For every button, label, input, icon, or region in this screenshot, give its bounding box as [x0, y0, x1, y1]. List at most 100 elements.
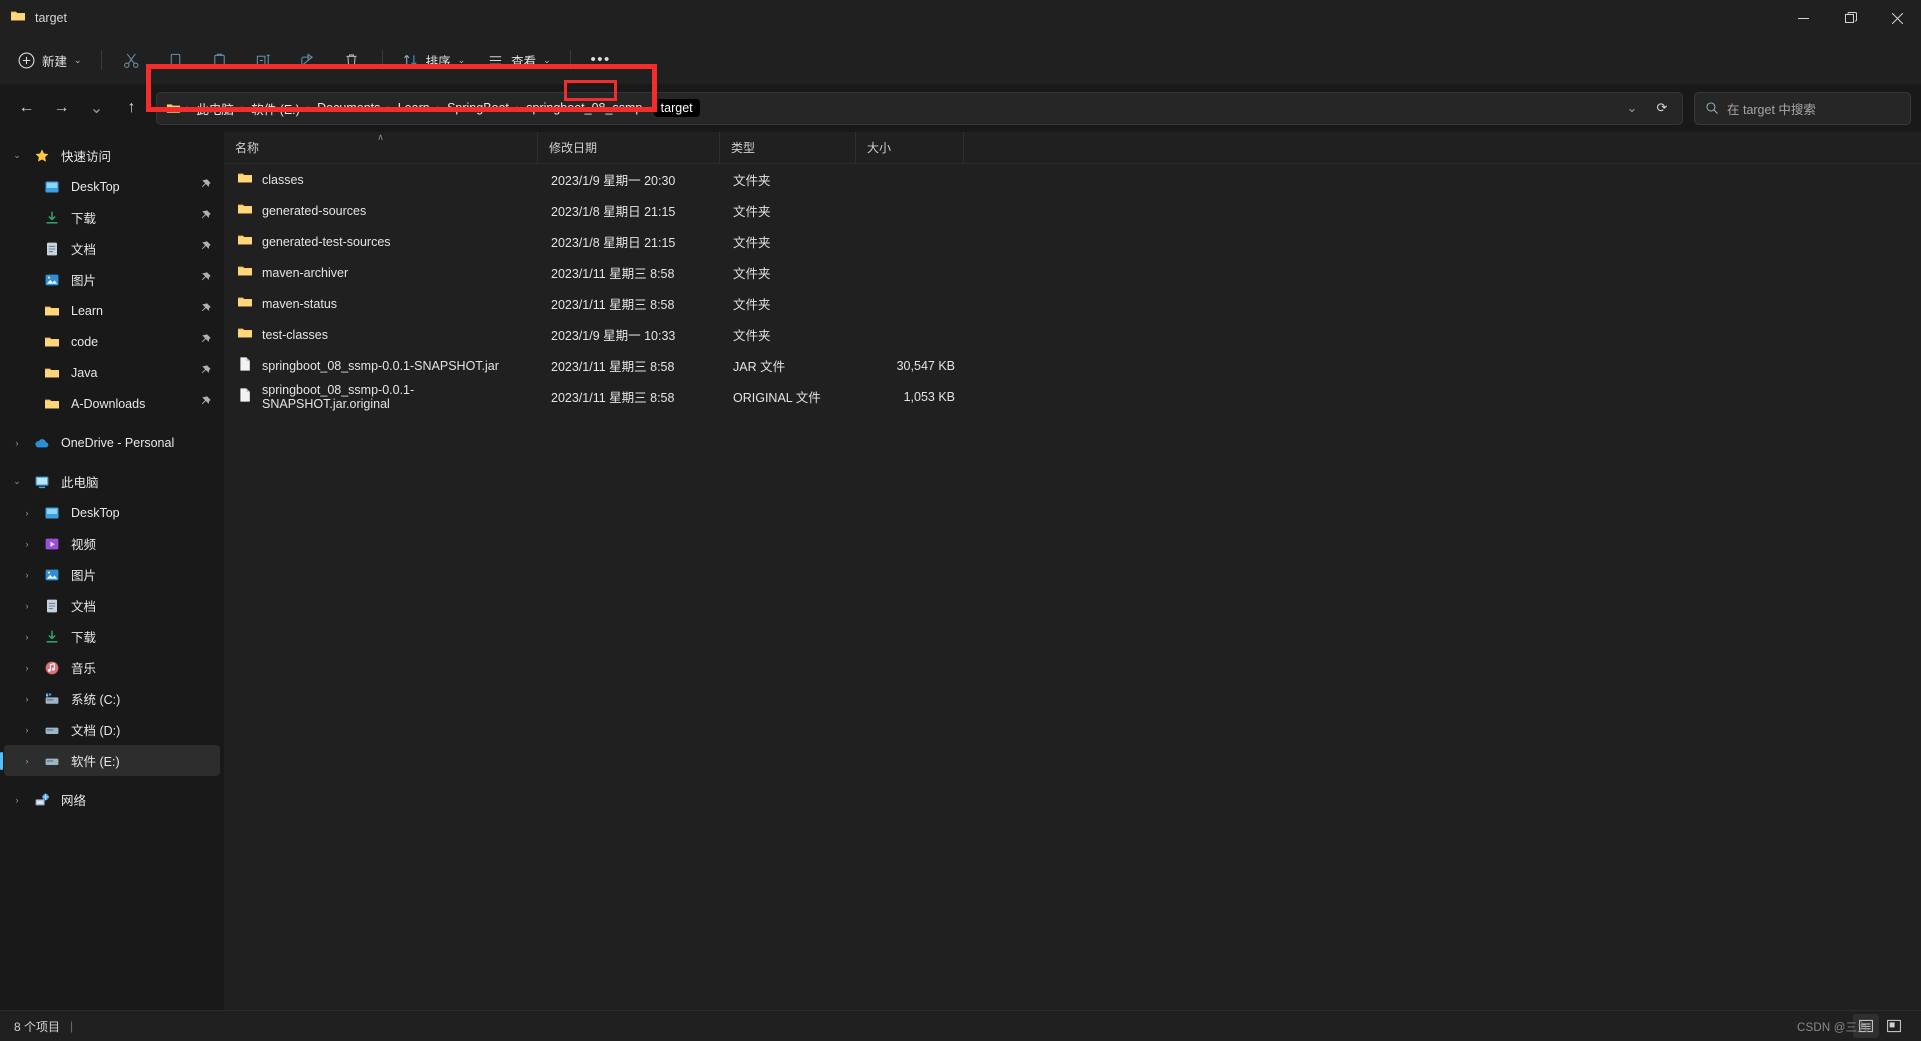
folder-icon: [40, 303, 64, 319]
column-header-date-modified[interactable]: 修改日期: [538, 131, 720, 164]
column-header-size[interactable]: 大小: [856, 131, 964, 164]
minimize-button[interactable]: [1780, 0, 1827, 36]
chevron-right-icon[interactable]: ›: [4, 438, 30, 448]
sidebar-item-downloads-pc[interactable]: › 下载: [4, 621, 220, 652]
file-name: classes: [262, 172, 304, 187]
sidebar-item-videos[interactable]: › 视频: [4, 528, 220, 559]
details-view-icon: [1859, 1019, 1873, 1033]
sidebar-item-this-pc[interactable]: ⌄ 此电脑: [4, 466, 220, 497]
table-row[interactable]: generated-test-sources 2023/1/8 星期日 21:1…: [226, 226, 1919, 257]
sidebar-item-a-downloads[interactable]: A-Downloads: [4, 388, 220, 419]
sidebar-item-documents-pc[interactable]: › 文档: [4, 590, 220, 621]
chevron-right-icon[interactable]: ›: [14, 725, 40, 735]
column-header-type[interactable]: 类型: [720, 131, 856, 164]
table-row[interactable]: maven-status 2023/1/11 星期三 8:58 文件夹: [226, 288, 1919, 319]
table-row[interactable]: maven-archiver 2023/1/11 星期三 8:58 文件夹: [226, 257, 1919, 288]
pin-icon[interactable]: [199, 364, 212, 382]
file-date: 2023/1/11 星期三 8:58: [551, 267, 675, 281]
pin-icon[interactable]: [199, 395, 212, 413]
delete-button[interactable]: [331, 43, 373, 77]
pin-icon[interactable]: [199, 333, 212, 351]
sidebar-item-documents-qa[interactable]: 文档: [4, 233, 220, 264]
sidebar-item-desktop-pc[interactable]: › DeskTop: [4, 497, 220, 528]
address-bar[interactable]: › 此电脑 › 软件 (E:) › Documents › Learn › Sp…: [156, 91, 1683, 125]
sidebar-item-code[interactable]: code: [4, 326, 220, 357]
table-row[interactable]: springboot_08_ssmp-0.0.1-SNAPSHOT.jar.or…: [226, 381, 1919, 412]
breadcrumb-item-this-pc[interactable]: 此电脑: [190, 96, 240, 121]
sidebar-item-label: code: [71, 334, 99, 349]
sidebar-item-network[interactable]: › 网络: [4, 784, 220, 815]
sort-button[interactable]: 排序 ⌄: [392, 43, 476, 77]
back-button[interactable]: ←: [10, 92, 43, 124]
sidebar-item-pictures-qa[interactable]: 图片: [4, 264, 220, 295]
chevron-down-icon[interactable]: ⌄: [4, 476, 30, 487]
sidebar-item-quick-access[interactable]: ⌄ 快速访问: [4, 140, 220, 171]
details-view-button[interactable]: [1853, 1014, 1879, 1038]
chevron-right-icon[interactable]: ›: [14, 539, 40, 549]
close-button[interactable]: [1874, 0, 1921, 36]
column-header-name[interactable]: ∧ 名称: [224, 131, 538, 164]
breadcrumb-item-drive-e[interactable]: 软件 (E:): [245, 96, 306, 121]
sidebar-item-music[interactable]: › 音乐: [4, 652, 220, 683]
breadcrumb-item-learn[interactable]: Learn: [392, 98, 436, 118]
table-row[interactable]: test-classes 2023/1/9 星期一 10:33 文件夹: [226, 319, 1919, 350]
sidebar-item-drive-c[interactable]: › 系统 (C:): [4, 683, 220, 714]
file-list-pane: ∧ 名称 修改日期 类型 大小 classes 2023/1/9 星期一 20:…: [224, 131, 1921, 1010]
table-row[interactable]: generated-sources 2023/1/8 星期日 21:15 文件夹: [226, 195, 1919, 226]
refresh-button[interactable]: ⟳: [1648, 95, 1676, 122]
pin-icon[interactable]: [199, 209, 212, 227]
table-row[interactable]: classes 2023/1/9 星期一 20:30 文件夹: [226, 164, 1919, 195]
sidebar-item-pictures-pc[interactable]: › 图片: [4, 559, 220, 590]
chevron-right-icon[interactable]: ›: [14, 694, 40, 704]
sidebar-item-label: 系统 (C:): [71, 693, 121, 707]
breadcrumb-item-target[interactable]: target: [653, 99, 700, 117]
sidebar-item-drive-e[interactable]: › 软件 (E:): [4, 745, 220, 776]
breadcrumb-item-documents[interactable]: Documents: [311, 98, 386, 118]
sidebar-item-label: 文档: [71, 600, 97, 614]
chevron-right-icon[interactable]: ›: [4, 795, 30, 805]
pin-icon[interactable]: [199, 178, 212, 196]
folder-icon: [237, 325, 253, 344]
restore-button[interactable]: [1827, 0, 1874, 36]
copy-button[interactable]: [155, 43, 197, 77]
chevron-right-icon[interactable]: ›: [14, 601, 40, 611]
up-button[interactable]: ↑: [115, 92, 148, 124]
ellipsis-icon: •••: [590, 51, 611, 68]
folder-icon: [40, 396, 64, 412]
paste-icon: [214, 53, 225, 67]
chevron-right-icon[interactable]: ›: [14, 570, 40, 580]
breadcrumb-item-springboot-08-ssmp[interactable]: springboot_08_ssmp: [520, 98, 648, 118]
sidebar-item-onedrive[interactable]: › OneDrive - Personal: [4, 427, 220, 458]
address-dropdown-button[interactable]: ⌄: [1618, 95, 1646, 122]
see-more-button[interactable]: •••: [580, 43, 622, 77]
forward-button[interactable]: →: [45, 92, 78, 124]
recent-locations-button[interactable]: ⌄: [80, 92, 113, 124]
download-icon: [40, 210, 64, 226]
breadcrumb-item-springboot[interactable]: SpringBoot: [441, 98, 515, 118]
breadcrumb-separator: ›: [649, 102, 653, 114]
sidebar-item-downloads-qa[interactable]: 下载: [4, 202, 220, 233]
pin-icon[interactable]: [199, 240, 212, 258]
sidebar-item-drive-d[interactable]: › 文档 (D:): [4, 714, 220, 745]
pin-icon[interactable]: [199, 302, 212, 320]
sidebar-item-learn[interactable]: Learn: [4, 295, 220, 326]
view-button[interactable]: 查看 ⌄: [477, 43, 561, 77]
new-button[interactable]: 新建 ⌄: [10, 43, 92, 77]
paste-button[interactable]: [199, 43, 241, 77]
chevron-right-icon[interactable]: ›: [14, 663, 40, 673]
search-box[interactable]: 在 target 中搜索: [1694, 91, 1911, 125]
chevron-right-icon[interactable]: ›: [14, 508, 40, 518]
sidebar-item-desktop-qa[interactable]: DeskTop: [4, 171, 220, 202]
large-icons-view-button[interactable]: [1881, 1014, 1907, 1038]
sidebar-item-java[interactable]: Java: [4, 357, 220, 388]
sidebar-item-label: OneDrive - Personal: [61, 435, 175, 450]
rename-button[interactable]: [243, 43, 285, 77]
table-row[interactable]: springboot_08_ssmp-0.0.1-SNAPSHOT.jar 20…: [226, 350, 1919, 381]
chevron-right-icon[interactable]: ›: [14, 632, 40, 642]
chevron-right-icon[interactable]: ›: [14, 756, 40, 766]
cut-button[interactable]: [111, 43, 153, 77]
sort-ascending-icon: ∧: [377, 131, 384, 142]
pin-icon[interactable]: [199, 271, 212, 289]
chevron-down-icon[interactable]: ⌄: [4, 150, 30, 161]
share-button[interactable]: [287, 43, 329, 77]
